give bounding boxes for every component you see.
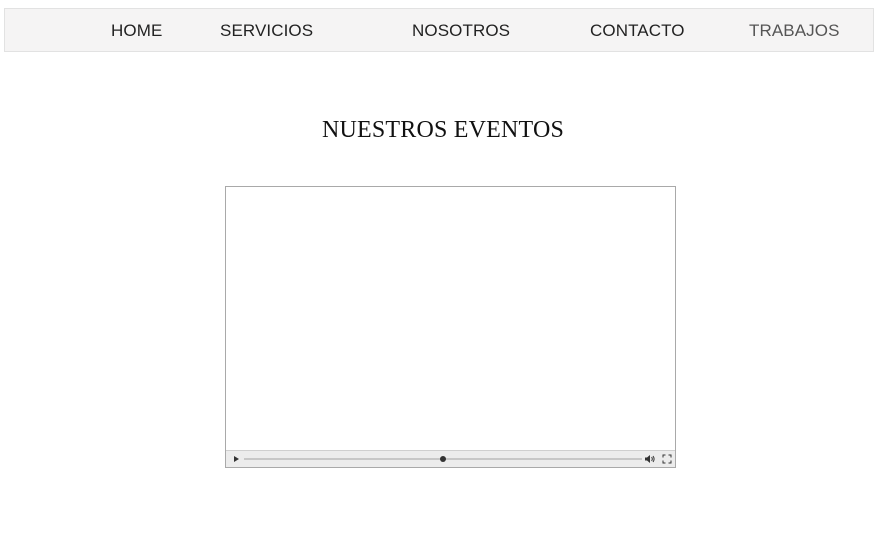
play-icon[interactable]	[231, 454, 241, 464]
fullscreen-icon[interactable]	[662, 454, 672, 464]
nav-item-contacto[interactable]: CONTACTO	[590, 9, 685, 53]
nav-item-servicios[interactable]: SERVICIOS	[220, 9, 313, 53]
top-navbar: HOME SERVICIOS NOSOTROS CONTACTO TRABAJO…	[4, 8, 874, 52]
section-title: NUESTROS EVENTOS	[321, 117, 565, 143]
nav-item-nosotros[interactable]: NOSOTROS	[412, 9, 510, 53]
progress-bar[interactable]	[244, 456, 642, 462]
video-player[interactable]	[225, 186, 676, 468]
volume-icon[interactable]	[644, 454, 656, 464]
progress-thumb[interactable]	[440, 456, 446, 462]
nav-item-trabajos[interactable]: TRABAJOS	[749, 9, 840, 53]
video-screen[interactable]	[226, 187, 675, 450]
video-controls	[226, 450, 675, 467]
nav-item-home[interactable]: HOME	[111, 9, 162, 53]
